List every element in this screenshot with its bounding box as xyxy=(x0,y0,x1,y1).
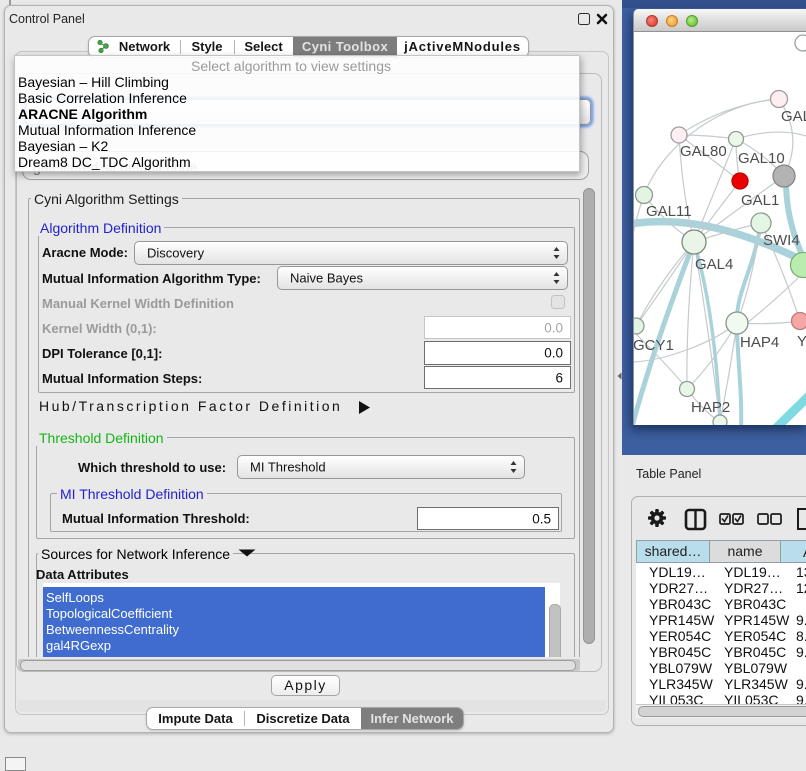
svg-text:GAL7: GAL7 xyxy=(781,108,806,125)
svg-text:HAP2: HAP2 xyxy=(691,399,730,416)
svg-text:HAP4: HAP4 xyxy=(740,334,779,351)
svg-text:GCY1: GCY1 xyxy=(634,337,674,354)
svg-text:GAL80: GAL80 xyxy=(680,143,727,160)
svg-text:GAL1: GAL1 xyxy=(741,192,779,209)
svg-text:SWI4: SWI4 xyxy=(763,232,800,249)
svg-text:GAL11: GAL11 xyxy=(646,203,692,220)
svg-text:Y: Y xyxy=(797,333,806,350)
svg-text:GAL10: GAL10 xyxy=(738,150,785,167)
svg-text:GAL4: GAL4 xyxy=(695,256,733,273)
